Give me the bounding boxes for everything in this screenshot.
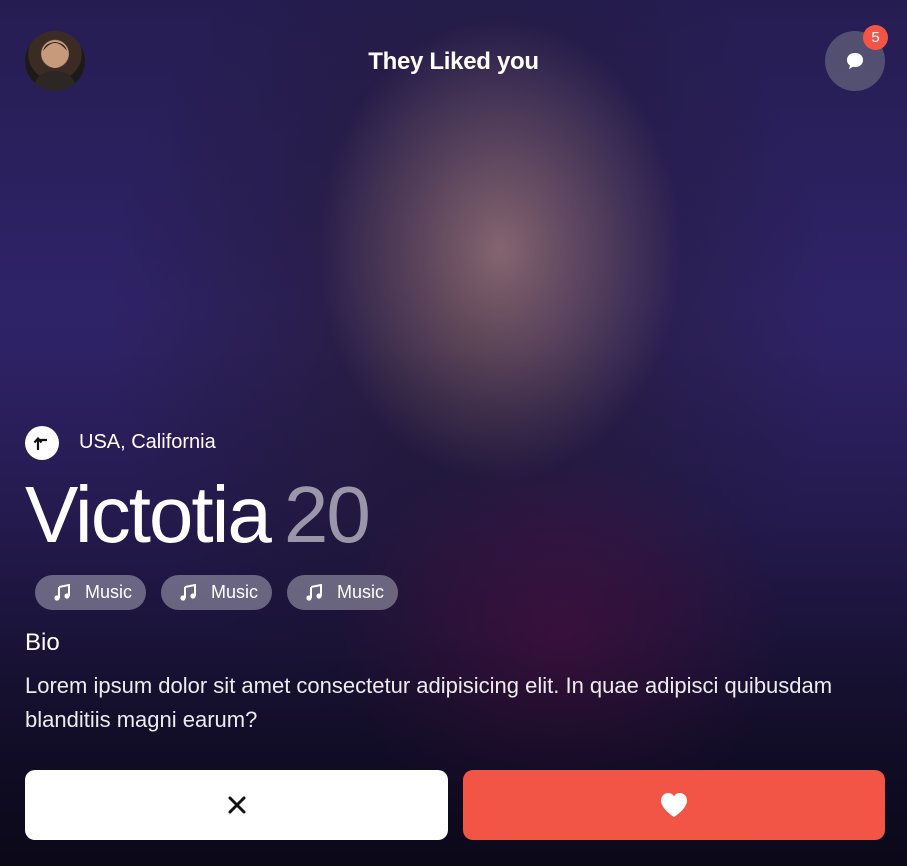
music-note-icon [180,583,197,601]
location-label: USA, California [79,431,216,453]
location-arrow-icon [25,426,59,460]
profile-name: Victotia [25,470,272,559]
interest-tag[interactable]: Music [287,575,399,610]
interest-label: Music [211,582,259,602]
bio-text: Lorem ipsum dolor sit amet consectetur a… [25,673,833,732]
profile-name-row: Victotia 20 [25,470,371,560]
dislike-button[interactable] [25,770,448,840]
interest-label: Music [337,582,385,602]
interest-label: Music [85,582,133,602]
music-note-icon [306,583,323,601]
close-icon [228,796,245,814]
interest-tag[interactable]: Music [161,575,273,610]
profile-age: 20 [283,470,371,559]
interest-tag[interactable]: Music [35,575,147,610]
bio-heading: Bio [25,629,60,656]
chat-bubble-icon [847,53,863,69]
interest-tags: Music Music Music [35,575,399,610]
unread-badge: 5 [863,25,888,50]
music-note-icon [54,583,70,601]
like-button[interactable] [463,770,885,840]
heart-icon [661,793,687,817]
page-title: They Liked you [368,48,539,75]
